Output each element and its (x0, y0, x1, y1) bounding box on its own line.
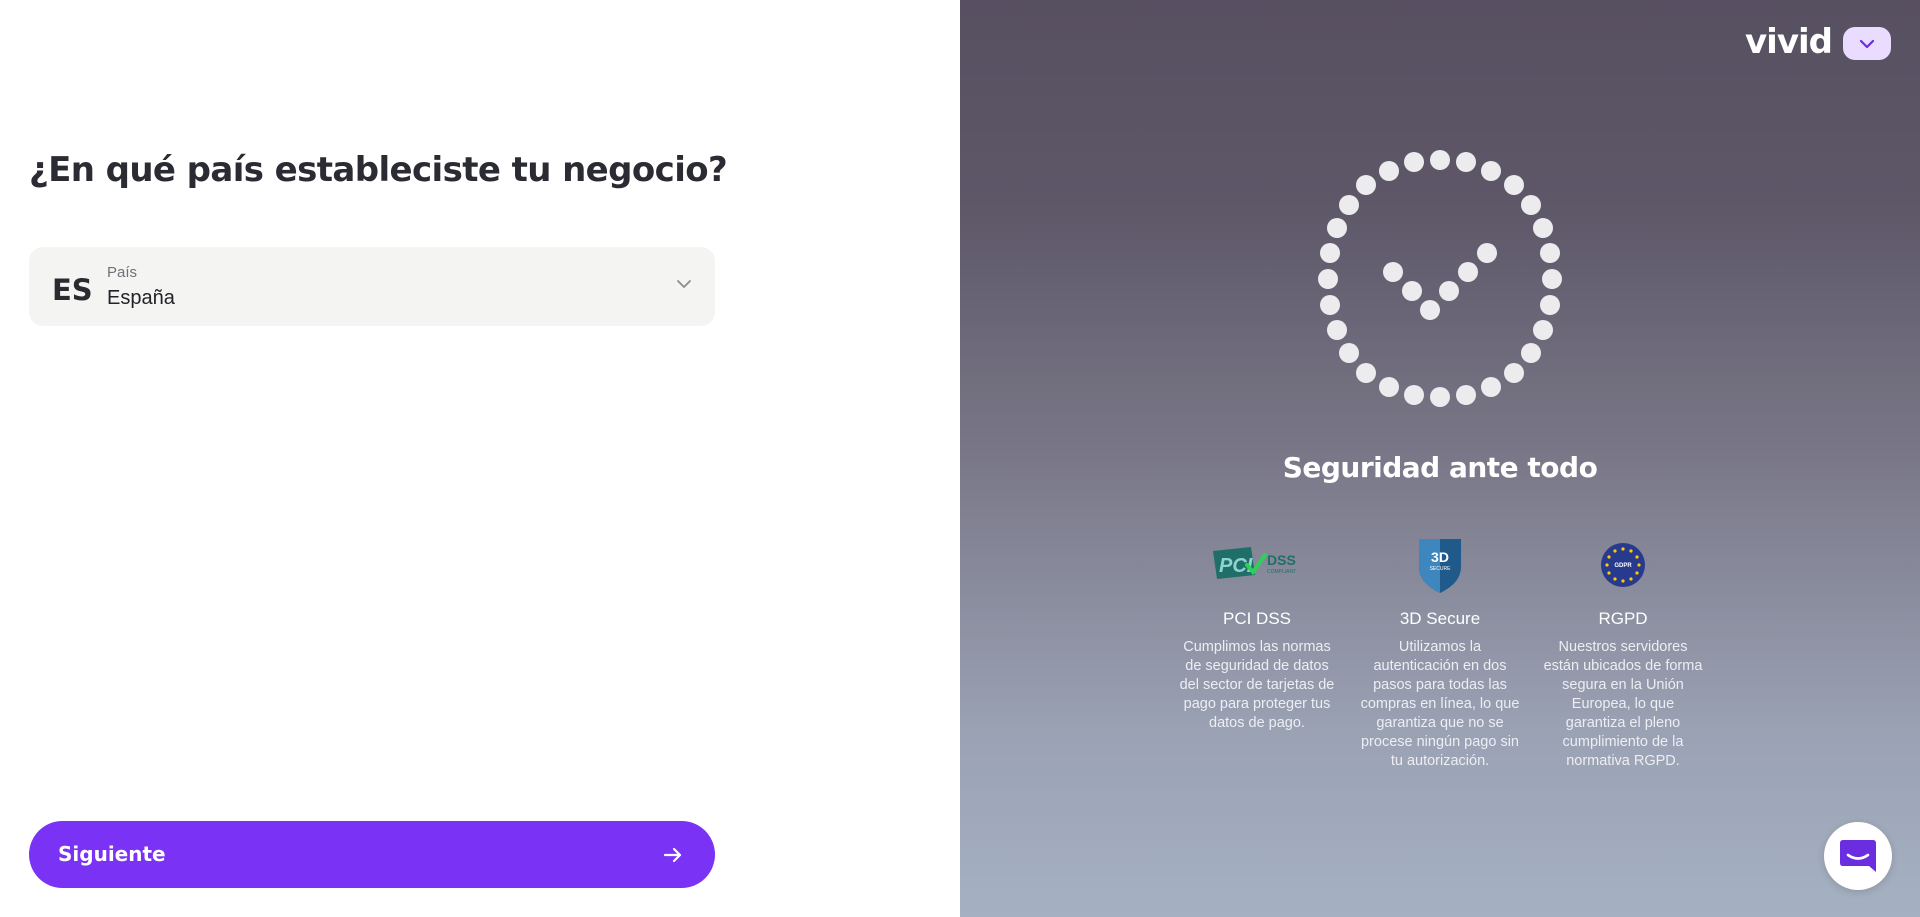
country-label: País (107, 264, 138, 281)
feature-title: 3D Secure (1399, 609, 1481, 628)
chat-button[interactable] (1824, 822, 1892, 890)
next-button-label: Siguiente (58, 842, 166, 866)
country-select[interactable]: ES País España (29, 247, 715, 326)
feature-title: RGPD (1598, 609, 1648, 628)
gdpr-logo-text: GDPR (1614, 563, 1632, 569)
chevron-down-icon (677, 280, 691, 288)
feature-description: Cumplimos las normas de seguridad de dat… (1179, 639, 1335, 731)
language-dropdown-button[interactable] (1843, 27, 1891, 60)
feature-3d-secure: 3D SECURE 3D Secure Utilizamos la autent… (1355, 535, 1525, 771)
feature-description: Nuestros servidores están ubicados de fo… (1543, 639, 1703, 769)
country-code: ES (52, 273, 93, 307)
chat-icon (1840, 840, 1876, 872)
page-title: ¿En qué país estableciste tu negocio? (29, 150, 728, 190)
gdpr-icon: GDPR (1601, 543, 1645, 587)
feature-rgpd: GDPR RGPD Nuestros servidores están ubic… (1538, 535, 1708, 771)
arrow-right-icon (663, 847, 682, 863)
security-title: Seguridad ante todo (1282, 451, 1598, 484)
form-panel: ¿En qué país estableciste tu negocio? ES… (0, 0, 960, 917)
vivid-logo: vivid (1745, 22, 1833, 62)
feature-title: PCI DSS (1222, 609, 1292, 628)
security-panel: vivid Seguridad ante todo PCI DSS COMPLI… (960, 0, 1920, 917)
next-button[interactable]: Siguiente (29, 821, 715, 888)
3d-logo-text: 3D (1431, 549, 1449, 565)
feature-pci-dss: PCI DSS COMPLIANT PCI DSS Cumplimos las … (1172, 535, 1342, 733)
secure-logo-text: SECURE (1430, 566, 1452, 572)
country-value: España (107, 287, 175, 309)
3d-secure-icon: 3D SECURE (1419, 539, 1461, 593)
feature-description: Utilizamos la autenticación en dos pasos… (1360, 639, 1520, 769)
pci-dss-icon: PCI DSS COMPLIANT (1213, 547, 1296, 579)
dss-logo-text: DSS (1267, 552, 1296, 568)
compliant-logo-text: COMPLIANT (1267, 569, 1296, 575)
dotted-shield-check-icon (1318, 150, 1562, 407)
chevron-down-icon (1859, 39, 1875, 49)
